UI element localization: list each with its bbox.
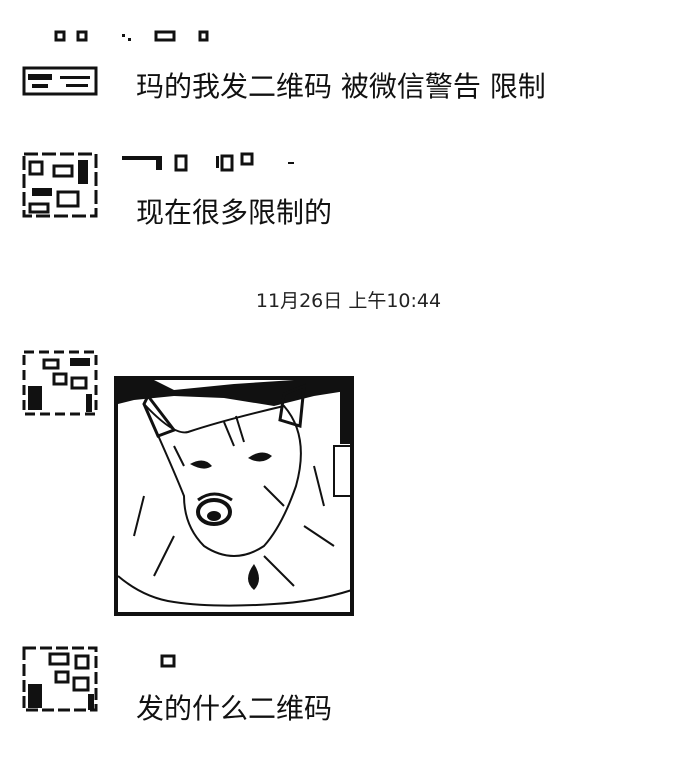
avatar[interactable] bbox=[22, 350, 98, 416]
message-text: 发的什么二维码 bbox=[136, 692, 333, 725]
avatar[interactable] bbox=[22, 152, 98, 218]
timestamp: 11月26日 上午10:44 bbox=[255, 290, 442, 312]
message-text: 玛的我发二维码 被微信警告 限制 bbox=[136, 70, 546, 103]
avatar[interactable] bbox=[22, 66, 98, 96]
sender-nickname bbox=[160, 654, 176, 668]
sender-nickname bbox=[122, 152, 294, 172]
top-nickname-fragment bbox=[54, 30, 209, 42]
dog-photo-message[interactable] bbox=[114, 376, 354, 616]
message-text: 现在很多限制的 bbox=[136, 196, 333, 229]
avatar[interactable] bbox=[22, 646, 98, 712]
